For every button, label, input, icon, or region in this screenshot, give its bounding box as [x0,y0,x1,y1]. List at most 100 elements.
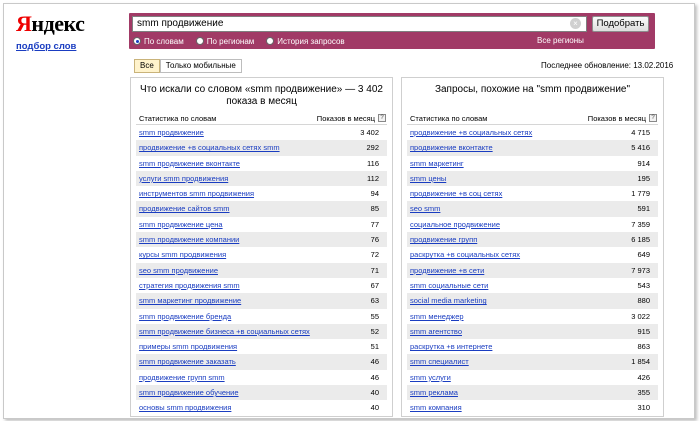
phrase-link[interactable]: продвижение групп [410,232,477,247]
phrase-link[interactable]: продвижение групп smm [139,370,225,385]
impressions-count: 112 [367,173,379,183]
submit-button[interactable]: Подобрать [592,16,649,32]
phrase-link[interactable]: smm услуги [410,370,451,385]
phrase-link[interactable]: smm продвижение обучение [139,385,239,400]
phrase-link[interactable]: smm продвижение компании [139,232,239,247]
left-table-header: Статистика по словам Показов в месяц ? [136,113,387,125]
phrase-link[interactable]: smm продвижение бренда [139,309,231,324]
tab-mobile[interactable]: Только мобильные [159,59,242,73]
table-row: smm услуги 426 [407,370,658,385]
phrase-link[interactable]: продвижение вконтакте [410,140,493,155]
table-row: smm цены 195 [407,170,658,187]
table-row: услуги smm продвижения 112 [136,170,387,187]
phrase-link[interactable]: smm социальные сети [410,278,488,293]
radio-icon [195,37,204,45]
phrase-link[interactable]: seo smm продвижение [139,263,218,278]
phrase-link[interactable]: продвижение +в соц сетях [410,186,502,201]
right-rows: продвижение +в социальных сетях 4 715 прод… [407,125,658,416]
table-row: smm продвижение бренда 55 [136,309,387,324]
table-row: smm продвижение вконтакте 116 [136,156,387,171]
yandex-logo[interactable]: Яндекс [16,11,85,37]
phrase-link[interactable]: social media marketing [410,293,487,308]
impressions-count: 63 [370,296,379,306]
table-row: smm компания 310 [407,400,658,415]
impressions-count: 543 [637,280,650,290]
phrase-link[interactable]: стратегия продвижения smm [139,278,240,293]
all-regions-link[interactable]: Все регионы [537,36,584,45]
table-row: smm социальные сети 543 [407,278,658,293]
phrase-link[interactable]: раскрутка +в социальных сетях [410,247,520,262]
radio-icon [266,37,275,45]
table-row: основы smm продвижения 40 [136,400,387,415]
impressions-count: 591 [637,204,650,214]
table-row: продвижение вконтакте 5 416 [407,140,658,156]
column-phrase: Статистика по словам [410,114,488,123]
phrase-link[interactable]: продвижение +в социальных сетях smm [139,140,280,155]
phrase-link[interactable]: smm специалист [410,354,469,369]
phrase-link[interactable]: примеры smm продвижения [139,339,237,354]
table-row: курсы smm продвижения 72 [136,247,387,262]
table-row: smm маркетинг продвижение 63 [136,293,387,309]
impressions-count: 51 [370,342,379,352]
table-row: seo smm 591 [407,201,658,217]
table-row: раскрутка +в социальных сетях 649 [407,247,658,262]
phrase-link[interactable]: smm продвижение вконтакте [139,156,240,171]
impressions-count: 52 [370,326,379,336]
phrase-link[interactable]: инструментов smm продвижения [139,186,254,201]
mode-by-regions[interactable]: По регионам [195,37,254,46]
table-row: smm продвижение цена 77 [136,217,387,232]
phrase-link[interactable]: продвижение +в социальных сетях [410,125,532,140]
clear-icon[interactable]: × [570,18,581,29]
table-row: smm продвижение бизнеса +в социальных се… [136,323,387,340]
tab-all[interactable]: Все [134,59,160,73]
table-row: продвижение +в социальных сетях 4 715 [407,125,658,140]
search-input[interactable]: smm продвижение [132,16,587,32]
phrase-link[interactable]: курсы smm продвижения [139,247,226,262]
impressions-count: 3 022 [631,311,650,321]
impressions-count: 72 [370,250,379,260]
left-panel: Что искали со словом «smm продвижение» —… [130,77,393,417]
help-icon[interactable]: ? [649,114,657,122]
help-icon[interactable]: ? [378,114,386,122]
impressions-count: 46 [370,372,379,382]
right-panel-title: Запросы, похожие на "smm продвижение" [434,84,631,95]
phrase-link[interactable]: smm маркетинг [410,156,464,171]
column-phrase: Статистика по словам [139,114,217,123]
phrase-link[interactable]: социальное продвижение [410,217,500,232]
phrase-link[interactable]: основы smm продвижения [139,400,231,415]
table-row: примеры smm продвижения 51 [136,339,387,354]
table-row: smm продвижение обучение 40 [136,385,387,401]
impressions-count: 355 [637,388,650,398]
mode-by-words[interactable]: По словам [133,37,184,46]
impressions-count: 863 [637,342,650,352]
phrase-link[interactable]: smm продвижение [139,125,204,140]
mode-history[interactable]: История запросов [266,37,345,46]
phrase-link[interactable]: smm продвижение заказать [139,354,236,369]
phrase-link[interactable]: smm цены [410,171,446,186]
impressions-count: 4 715 [631,128,650,137]
phrase-link[interactable]: раскрутка +в интернете [410,339,492,354]
wordstat-link[interactable]: подбор слов [16,41,76,52]
phrase-link[interactable]: smm продвижение цена [139,217,223,232]
phrase-link[interactable]: smm менеджер [410,309,464,324]
impressions-count: 40 [370,403,379,413]
phrase-link[interactable]: smm реклама [410,385,458,400]
last-updated: Последнее обновление: 13.02.2016 [541,61,674,70]
table-row: продвижение групп smm 46 [136,370,387,385]
impressions-count: 71 [370,265,379,275]
radio-selected-icon [133,37,141,45]
impressions-count: 1 854 [631,357,650,367]
phrase-link[interactable]: seo smm [410,201,440,216]
phrase-link[interactable]: продвижение +в сети [410,263,484,278]
column-count: Показов в месяц [316,114,375,123]
phrase-link[interactable]: smm маркетинг продвижение [139,293,241,308]
phrase-link[interactable]: smm агентство [410,324,462,339]
right-panel: Запросы, похожие на "smm продвижение" Ст… [401,77,664,417]
phrase-link[interactable]: услуги smm продвижения [139,171,228,186]
phrase-link[interactable]: smm продвижение бизнеса +в социальных се… [139,324,310,339]
impressions-count: 77 [370,219,379,229]
impressions-count: 5 416 [631,143,650,153]
impressions-count: 914 [637,158,650,168]
phrase-link[interactable]: smm компания [410,400,462,415]
phrase-link[interactable]: продвижение сайтов smm [139,201,230,216]
